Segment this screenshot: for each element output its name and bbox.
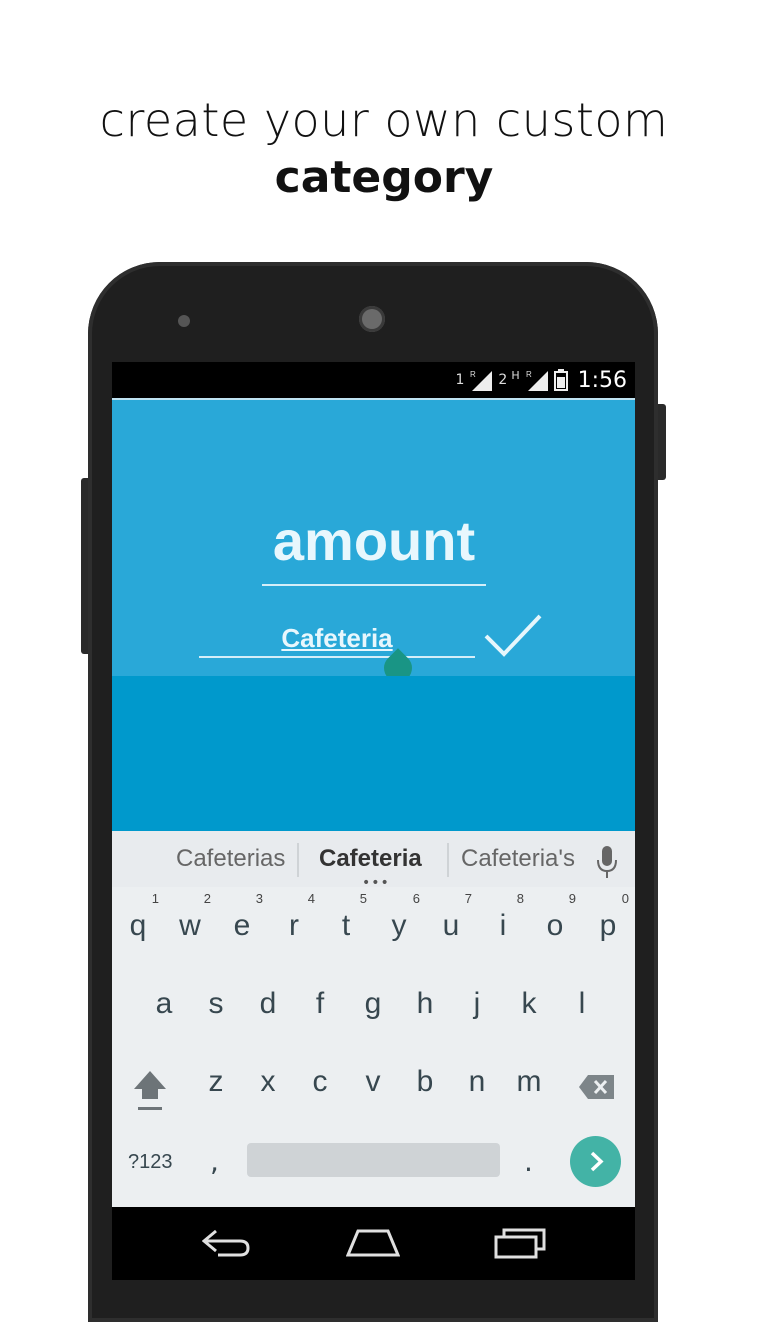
- key-z[interactable]: z: [191, 1043, 241, 1115]
- key-s[interactable]: s: [191, 965, 241, 1037]
- key-a[interactable]: a: [139, 965, 189, 1037]
- volume-button: [81, 478, 88, 654]
- roaming-label-2: R: [526, 370, 532, 379]
- shift-icon[interactable]: [132, 1069, 168, 1111]
- more-suggestions-icon[interactable]: •••: [362, 876, 390, 890]
- amount-field[interactable]: amount: [262, 508, 486, 573]
- key-v[interactable]: v: [348, 1043, 398, 1115]
- navigation-bar: [112, 1207, 635, 1280]
- key-h[interactable]: h: [400, 965, 450, 1037]
- speaker-dot: [178, 315, 190, 327]
- key-r[interactable]: 4r: [269, 887, 319, 959]
- key-l[interactable]: l: [557, 965, 607, 1037]
- key-g[interactable]: g: [348, 965, 398, 1037]
- suggestion-left[interactable]: Cafeterias: [176, 841, 285, 877]
- battery-icon: [553, 369, 568, 391]
- home-icon[interactable]: [346, 1227, 400, 1257]
- roaming-label-1: R: [470, 370, 476, 379]
- clock: 1:56: [577, 367, 627, 393]
- comma-key[interactable]: ,: [210, 1145, 219, 1178]
- key-n[interactable]: n: [452, 1043, 502, 1115]
- network-type-label: H: [511, 368, 520, 382]
- sim2-label: 2: [498, 372, 508, 388]
- key-k[interactable]: k: [504, 965, 554, 1037]
- suggestion-divider: [297, 843, 299, 877]
- suggestion-center[interactable]: Cafeteria: [319, 841, 422, 877]
- symbols-key[interactable]: ?123: [128, 1151, 173, 1174]
- power-button: [658, 404, 666, 480]
- key-j[interactable]: j: [452, 965, 502, 1037]
- phone-screen: 1 R 2 H R 1:56 amount Cafeteria Cafeteri…: [112, 362, 635, 1280]
- back-icon[interactable]: [202, 1227, 252, 1259]
- category-input[interactable]: [199, 618, 475, 658]
- key-p[interactable]: 0p: [583, 887, 633, 959]
- key-t[interactable]: 5t: [321, 887, 371, 959]
- suggestion-strip: Cafeterias Cafeteria ••• Cafeteria's: [112, 831, 635, 890]
- key-c[interactable]: c: [295, 1043, 345, 1115]
- sim1-label: 1: [455, 372, 465, 388]
- period-key[interactable]: .: [524, 1145, 533, 1178]
- suggestion-divider: [447, 843, 449, 877]
- promo-headline: create your own custom category: [0, 92, 768, 208]
- soft-keyboard: 1q 2w 3e 4r 5t 6y 7u 8i 9o 0p a s d f g …: [112, 887, 635, 1207]
- key-x[interactable]: x: [243, 1043, 293, 1115]
- headline-line2: category: [274, 152, 494, 203]
- key-y[interactable]: 6y: [374, 887, 424, 959]
- content-area: [112, 676, 635, 831]
- check-icon[interactable]: [482, 612, 544, 660]
- category-underline: [199, 656, 475, 658]
- headline-line1: create your own custom: [99, 93, 669, 147]
- key-u[interactable]: 7u: [426, 887, 476, 959]
- key-b[interactable]: b: [400, 1043, 450, 1115]
- key-m[interactable]: m: [504, 1043, 554, 1115]
- key-w[interactable]: 2w: [165, 887, 215, 959]
- signal-icon-2: R: [526, 370, 548, 391]
- amount-underline: [262, 584, 486, 586]
- microphone-icon[interactable]: [596, 845, 618, 879]
- next-button[interactable]: [570, 1136, 621, 1187]
- recents-icon[interactable]: [494, 1227, 548, 1259]
- space-bar[interactable]: [247, 1143, 500, 1177]
- next-arrow-icon: [590, 1151, 604, 1172]
- key-q[interactable]: 1q: [113, 887, 163, 959]
- key-o[interactable]: 9o: [530, 887, 580, 959]
- key-e[interactable]: 3e: [217, 887, 267, 959]
- key-d[interactable]: d: [243, 965, 293, 1037]
- amount-panel: amount: [112, 398, 635, 688]
- status-bar: 1 R 2 H R 1:56: [112, 362, 635, 398]
- backspace-icon[interactable]: [578, 1073, 616, 1101]
- key-f[interactable]: f: [295, 965, 345, 1037]
- signal-icon: R: [470, 370, 493, 391]
- suggestion-right[interactable]: Cafeteria's: [461, 841, 575, 877]
- key-i[interactable]: 8i: [478, 887, 528, 959]
- front-camera: [359, 306, 385, 332]
